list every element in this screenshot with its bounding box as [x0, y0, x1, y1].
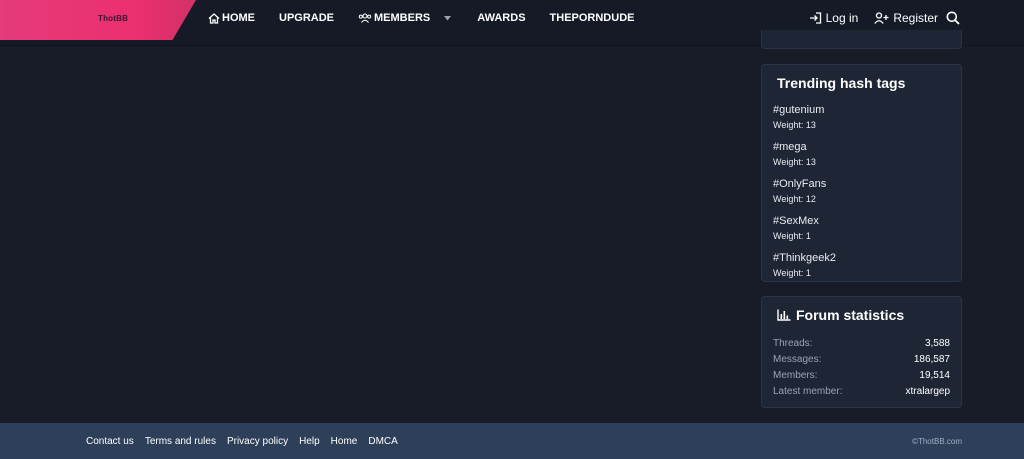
forum-statistics-widget: Forum statistics Threads: 3,588 Messages…	[761, 296, 962, 408]
footer-link-contact[interactable]: Contact us	[86, 436, 134, 447]
hashtag-link[interactable]: #SexMex	[773, 215, 950, 228]
sidebar-widget-partial	[761, 30, 962, 49]
stat-label: Latest member:	[773, 386, 843, 397]
nav-theporndude[interactable]: THEPORNDUDE	[550, 0, 635, 36]
search-button[interactable]	[946, 11, 960, 30]
login-link[interactable]: Log in	[809, 11, 859, 25]
register-label: Register	[893, 11, 938, 25]
chevron-down-icon[interactable]	[444, 15, 452, 21]
stat-row-messages: Messages: 186,587	[773, 352, 950, 368]
stats-title-row: Forum statistics	[777, 307, 950, 323]
footer-copyright: ©ThotBB.com	[912, 436, 962, 446]
nav-theporndude-label: THEPORNDUDE	[549, 12, 635, 24]
login-icon	[809, 12, 821, 24]
hashtag-link[interactable]: #gutenium	[773, 104, 950, 117]
nav-awards-label: AWARDS	[477, 12, 526, 24]
trending-hashtags-widget: Trending hash tags #gutenium Weight: 13 …	[761, 64, 962, 282]
hashtag-item: #SexMex Weight: 1	[773, 215, 950, 242]
stat-label: Messages:	[773, 354, 822, 365]
stat-row-latest-member: Latest member: xtralargep	[773, 384, 950, 400]
footer-link-help[interactable]: Help	[299, 436, 320, 447]
login-label: Log in	[825, 11, 859, 25]
home-icon	[208, 12, 220, 24]
stats-title: Forum statistics	[796, 307, 905, 323]
register-link[interactable]: Register	[874, 11, 938, 25]
footer-links: Contact us Terms and rules Privacy polic…	[86, 423, 409, 459]
hashtag-weight: Weight: 1	[773, 231, 811, 241]
nav-members-label: MEMBERS	[374, 12, 431, 24]
trending-title: Trending hash tags	[777, 75, 906, 91]
hashtag-weight: Weight: 1	[773, 268, 811, 278]
main-nav: HOME UPGRADE MEMBERS AWARDS THEPORNDUDE	[208, 0, 658, 36]
hashtag-weight: Weight: 12	[773, 194, 816, 204]
logo[interactable]: ThotBB	[0, 0, 196, 40]
site-footer: Contact us Terms and rules Privacy polic…	[0, 423, 1024, 459]
footer-link-home[interactable]: Home	[331, 436, 358, 447]
search-icon	[946, 11, 960, 25]
stat-value: 186,587	[913, 354, 950, 365]
footer-link-privacy[interactable]: Privacy policy	[227, 436, 288, 447]
nav-home-label: HOME	[222, 12, 255, 24]
nav-upgrade-label: UPGRADE	[279, 12, 335, 24]
hashtag-link[interactable]: #Thinkgeek2	[773, 252, 950, 265]
stat-value: 19,514	[919, 370, 950, 381]
hashtag-link[interactable]: #mega	[773, 141, 950, 154]
stat-label: Threads:	[773, 338, 813, 349]
stat-value: 3,588	[924, 338, 950, 349]
hashtag-weight: Weight: 13	[773, 120, 816, 130]
latest-member-link[interactable]: xtralargep	[906, 384, 950, 400]
hashtag-item: #gutenium Weight: 13	[773, 104, 950, 131]
footer-link-dmca[interactable]: DMCA	[368, 436, 397, 447]
hashtag-item: #OnlyFans Weight: 12	[773, 178, 950, 205]
page: ThotBB HOME UPGRADE MEMBERS AWARDS THEPO…	[0, 0, 1024, 459]
hashtag-weight: Weight: 13	[773, 157, 816, 167]
stat-row-members: Members: 19,514	[773, 368, 950, 384]
nav-awards[interactable]: AWARDS	[477, 0, 525, 36]
stat-row-threads: Threads: 3,588	[773, 336, 950, 352]
stat-label: Members:	[773, 370, 818, 381]
logo-text: ThotBB	[98, 14, 129, 23]
register-icon	[874, 12, 889, 24]
footer-link-terms[interactable]: Terms and rules	[145, 436, 216, 447]
hashtag-item: #Thinkgeek2 Weight: 1	[773, 252, 950, 279]
nav-upgrade[interactable]: UPGRADE	[279, 0, 334, 36]
hashtag-link[interactable]: #OnlyFans	[773, 178, 950, 191]
hashtag-item: #mega Weight: 13	[773, 141, 950, 168]
nav-members[interactable]: MEMBERS	[358, 0, 453, 36]
bar-chart-icon	[777, 309, 791, 321]
members-icon	[358, 13, 372, 23]
nav-home[interactable]: HOME	[208, 0, 255, 36]
